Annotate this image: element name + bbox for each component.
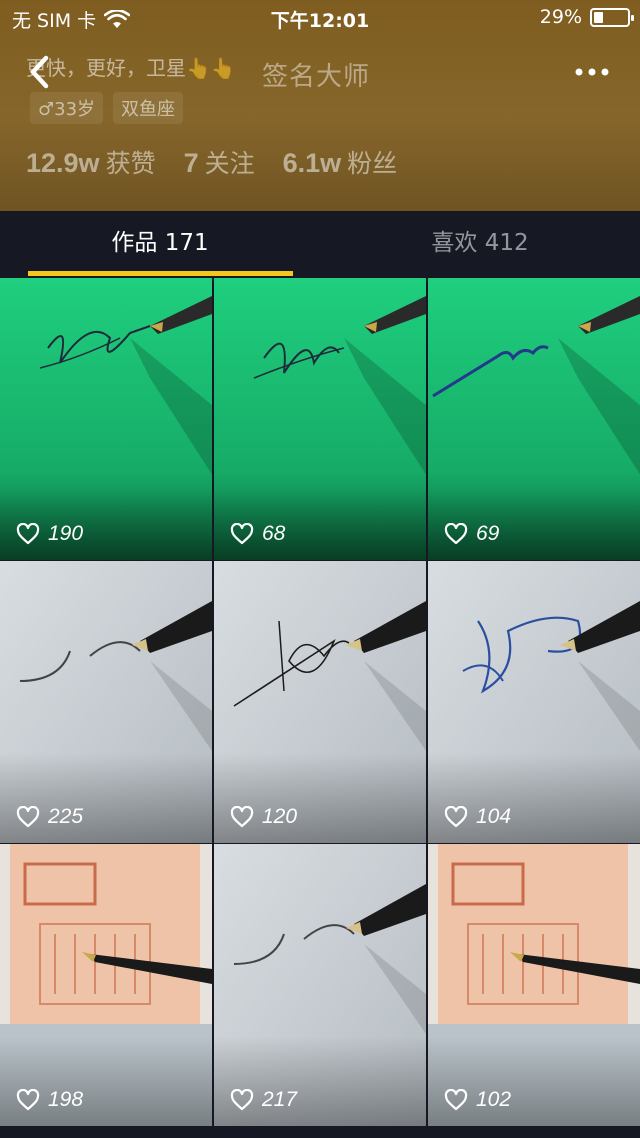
video-likes-count: 225	[48, 805, 84, 828]
profile-tabs: 作品 171 喜欢 412	[0, 211, 640, 277]
heart-icon	[16, 1089, 40, 1111]
profile-tags: ♂33岁 双鱼座	[30, 92, 184, 124]
cover-shade	[214, 470, 426, 560]
video-likes: 120	[230, 805, 297, 829]
stat-likes-value: 12.9w	[26, 148, 100, 178]
battery-fill	[594, 11, 603, 23]
video-thumbnail[interactable]: 68	[214, 278, 426, 560]
video-thumbnail[interactable]: 102	[428, 844, 640, 1126]
stat-likes-label: 获赞	[105, 149, 156, 178]
cover-shade	[428, 753, 640, 843]
video-likes: 190	[16, 522, 83, 546]
cover-shade	[428, 1036, 640, 1126]
heart-icon	[230, 1089, 254, 1111]
cover-shade	[0, 753, 212, 843]
video-likes: 69	[444, 522, 499, 546]
video-likes-count: 217	[262, 1088, 298, 1111]
tab-liked[interactable]: 喜欢 412	[320, 211, 640, 277]
video-likes-count: 69	[476, 522, 500, 545]
stat-followers-label: 粉丝	[347, 149, 398, 178]
video-thumbnail[interactable]: 217	[214, 844, 426, 1126]
heart-icon	[16, 523, 40, 545]
stat-followers-value: 6.1w	[282, 148, 342, 178]
heart-icon	[444, 523, 468, 545]
cover-shade	[214, 753, 426, 843]
stat-followers[interactable]: 6.1w 粉丝	[283, 144, 398, 180]
heart-icon	[230, 523, 254, 545]
heart-icon	[230, 806, 254, 828]
video-likes: 102	[444, 1088, 511, 1112]
tab-indicator	[28, 271, 293, 276]
video-likes-count: 198	[48, 1088, 84, 1111]
video-likes-count: 102	[476, 1088, 512, 1111]
video-likes-count: 68	[262, 522, 286, 545]
video-grid: 190 68 69 225 120 104 198 217 102	[0, 278, 640, 1138]
heart-icon	[444, 806, 468, 828]
cover-shade	[0, 1036, 212, 1126]
video-thumbnail[interactable]: 190	[0, 278, 212, 560]
heart-icon	[16, 806, 40, 828]
stat-likes[interactable]: 12.9w 获赞	[26, 144, 156, 180]
more-icon[interactable]	[574, 60, 610, 84]
heart-icon	[444, 1089, 468, 1111]
video-likes: 225	[16, 805, 83, 829]
stat-following[interactable]: 7 关注	[184, 144, 255, 180]
back-icon[interactable]	[22, 52, 58, 92]
stat-following-label: 关注	[204, 149, 255, 178]
video-likes: 68	[230, 522, 285, 546]
video-thumbnail[interactable]: 225	[0, 561, 212, 843]
tag-age: ♂33岁	[30, 92, 104, 124]
profile-stats: 12.9w 获赞 7 关注 6.1w 粉丝	[26, 144, 397, 180]
video-likes-count: 104	[476, 805, 512, 828]
video-thumbnail[interactable]: 69	[428, 278, 640, 560]
video-thumbnail[interactable]: 104	[428, 561, 640, 843]
video-likes: 104	[444, 805, 511, 829]
video-likes: 217	[230, 1088, 297, 1112]
tab-works[interactable]: 作品 171	[0, 211, 320, 277]
battery-icon	[590, 7, 634, 27]
status-bar: 无 SIM 卡 下午12:01 29%	[0, 0, 640, 36]
cover-shade	[214, 1036, 426, 1126]
video-thumbnail[interactable]: 120	[214, 561, 426, 843]
cover-shade	[0, 470, 212, 560]
video-likes: 198	[16, 1088, 83, 1112]
profile-nickname: 签名大师	[262, 62, 371, 92]
video-likes-count: 190	[48, 522, 84, 545]
stat-following-value: 7	[183, 148, 199, 178]
video-thumbnail[interactable]: 198	[0, 844, 212, 1126]
video-likes-count: 120	[262, 805, 298, 828]
cover-shade	[428, 470, 640, 560]
battery-percent: 29%	[539, 6, 582, 28]
profile-header: 无 SIM 卡 下午12:01 29% 更快，更好，卫星👆👆 签名大师 ♂33岁…	[0, 0, 640, 211]
tag-zodiac: 双鱼座	[113, 92, 184, 124]
